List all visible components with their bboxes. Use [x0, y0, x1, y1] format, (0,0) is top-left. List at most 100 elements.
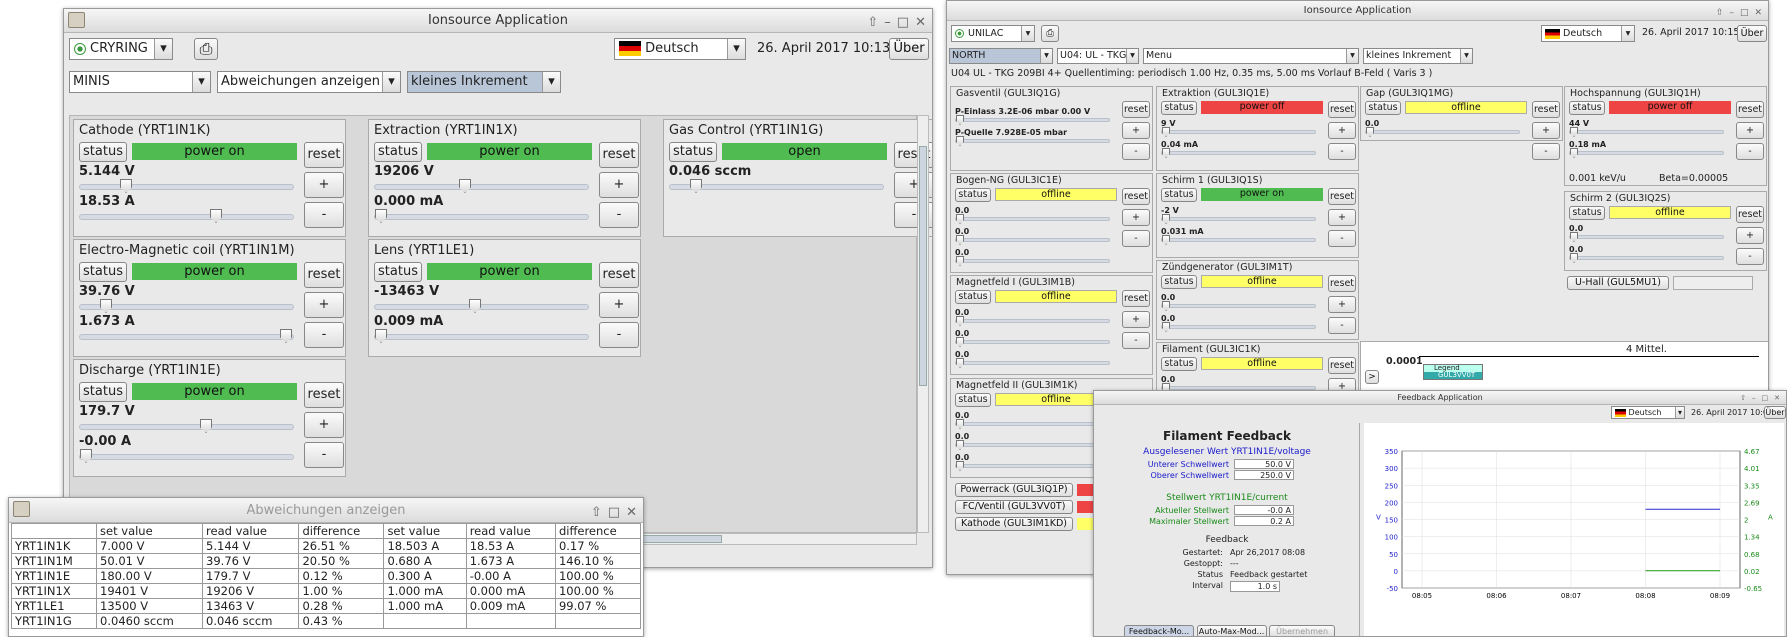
maximize-icon[interactable]: □ [1740, 3, 1749, 23]
slider-thumb[interactable] [120, 179, 132, 193]
low-threshold-field[interactable]: 50.0 V [1234, 459, 1294, 469]
apply-button[interactable]: Übernehmen [1269, 625, 1336, 636]
setpoint-slider[interactable] [1569, 253, 1724, 263]
about-button[interactable]: Über [889, 38, 929, 60]
device-button[interactable]: Kathode (GUL3IM1KD) [955, 517, 1073, 531]
close-icon[interactable]: ✕ [626, 500, 637, 525]
slider-thumb[interactable] [956, 337, 964, 347]
reset-button[interactable]: reset [304, 262, 344, 288]
increment-select[interactable]: kleines Inkrement ▾ [1363, 48, 1473, 64]
menu-select[interactable]: Menu ▾ [1143, 48, 1359, 64]
setpoint-slider[interactable] [1161, 148, 1316, 158]
decrement-button[interactable]: - [304, 322, 344, 348]
setpoint-slider-2[interactable] [79, 209, 294, 223]
slider-thumb[interactable] [1162, 148, 1170, 158]
slider-thumb[interactable] [469, 299, 481, 313]
status-button[interactable]: status [1569, 206, 1605, 220]
setpoint-slider[interactable] [1161, 214, 1316, 224]
slider-thumb[interactable] [956, 214, 964, 224]
decrement-button[interactable]: - [1736, 143, 1764, 160]
setpoint-slider[interactable] [955, 316, 1110, 326]
feedback-mode-button[interactable]: Feedback-Mo... [1124, 625, 1194, 636]
slider-thumb[interactable] [956, 235, 964, 245]
setpoint-slider[interactable] [955, 337, 1110, 347]
setpoint-slider[interactable] [955, 461, 1110, 471]
high-threshold-field[interactable]: 250.0 V [1234, 470, 1294, 480]
decrement-button[interactable]: - [1122, 143, 1150, 160]
decrement-button[interactable]: - [1122, 230, 1150, 247]
status-button[interactable]: status [1161, 101, 1197, 115]
decrement-button[interactable]: - [1736, 248, 1764, 265]
scroll-thumb[interactable] [919, 146, 927, 386]
device-button[interactable]: Powerrack (GUL3IQ1P) [955, 483, 1073, 497]
decrement-button[interactable]: - [599, 202, 639, 228]
setpoint-slider-1[interactable] [669, 179, 884, 193]
slider-thumb[interactable] [200, 419, 212, 433]
slider-thumb[interactable] [1162, 301, 1170, 311]
setpoint-slider-1[interactable] [79, 179, 294, 193]
reset-button[interactable]: reset [1122, 188, 1150, 205]
setpoint-slider-2[interactable] [374, 209, 589, 223]
setpoint-slider[interactable] [1161, 322, 1316, 332]
slider-thumb[interactable] [956, 461, 964, 471]
increment-button[interactable]: + [1122, 122, 1150, 139]
increment-button[interactable]: + [1328, 209, 1356, 226]
setpoint-slider-2[interactable] [374, 329, 589, 343]
slider-thumb[interactable] [956, 316, 964, 326]
reset-button[interactable]: reset [1328, 275, 1356, 292]
setpoint-slider-1[interactable] [374, 179, 589, 193]
decrement-button[interactable]: - [304, 202, 344, 228]
maximize-icon[interactable]: □ [897, 11, 909, 35]
u-hall-button[interactable]: U-Hall (GUL5MU1) [1567, 276, 1669, 290]
reset-button[interactable]: reset [1328, 101, 1356, 118]
increment-button[interactable]: + [1328, 122, 1356, 139]
setpoint-slider-1[interactable] [79, 419, 294, 433]
slider-thumb[interactable] [956, 115, 964, 125]
close-icon[interactable]: ✕ [1754, 3, 1762, 23]
vertical-scrollbar[interactable] [917, 115, 929, 533]
status-button[interactable]: status [669, 142, 717, 162]
setpoint-slider[interactable] [955, 256, 1110, 266]
language-select[interactable]: Deutsch ▾ [1541, 25, 1635, 42]
status-button[interactable]: status [955, 188, 991, 202]
status-button[interactable]: status [1161, 188, 1197, 202]
setpoint-slider[interactable] [955, 136, 1110, 146]
increment-button[interactable]: + [304, 172, 344, 198]
slider-thumb[interactable] [956, 358, 964, 368]
setpoint-slider[interactable] [1569, 232, 1724, 242]
device-group-select[interactable]: MINIS ▾ [69, 71, 211, 93]
print-button[interactable]: ⎙ [194, 38, 218, 60]
status-button[interactable]: status [955, 290, 991, 304]
status-button[interactable]: status [374, 142, 422, 162]
slider-thumb[interactable] [1570, 253, 1578, 263]
slider-thumb[interactable] [956, 419, 964, 429]
pin-icon[interactable]: ⇧ [591, 500, 602, 525]
pin-icon[interactable]: ⇧ [1716, 3, 1724, 23]
reset-button[interactable]: reset [304, 142, 344, 168]
reset-button[interactable]: reset [1736, 206, 1764, 223]
slider-thumb[interactable] [956, 440, 964, 450]
ring-select[interactable]: UNILAC ▾ [951, 25, 1035, 42]
setpoint-slider-1[interactable] [374, 299, 589, 313]
status-button[interactable]: status [79, 262, 127, 282]
slider-thumb[interactable] [280, 329, 292, 343]
reset-button[interactable]: reset [1736, 101, 1764, 118]
language-select[interactable]: Deutsch ▾ [614, 38, 746, 60]
print-button[interactable]: ⎙ [1041, 25, 1059, 42]
decrement-button[interactable]: - [1328, 317, 1356, 334]
area-select[interactable]: NORTH ▾ [949, 48, 1053, 64]
slider-thumb[interactable] [1162, 214, 1170, 224]
increment-button[interactable]: + [304, 412, 344, 438]
increment-button[interactable]: + [1122, 209, 1150, 226]
decrement-button[interactable]: - [1328, 143, 1356, 160]
slider-thumb[interactable] [1162, 235, 1170, 245]
increment-button[interactable]: + [1122, 311, 1150, 328]
slider-thumb[interactable] [1570, 232, 1578, 242]
decrement-button[interactable]: - [1328, 230, 1356, 247]
setpoint-slider[interactable] [955, 358, 1110, 368]
slider-thumb[interactable] [1366, 127, 1374, 137]
reset-button[interactable]: reset [1122, 290, 1150, 307]
setpoint-slider[interactable] [1569, 127, 1724, 137]
slider-thumb[interactable] [690, 179, 702, 193]
ring-select[interactable]: CRYRING ▾ [69, 38, 173, 60]
